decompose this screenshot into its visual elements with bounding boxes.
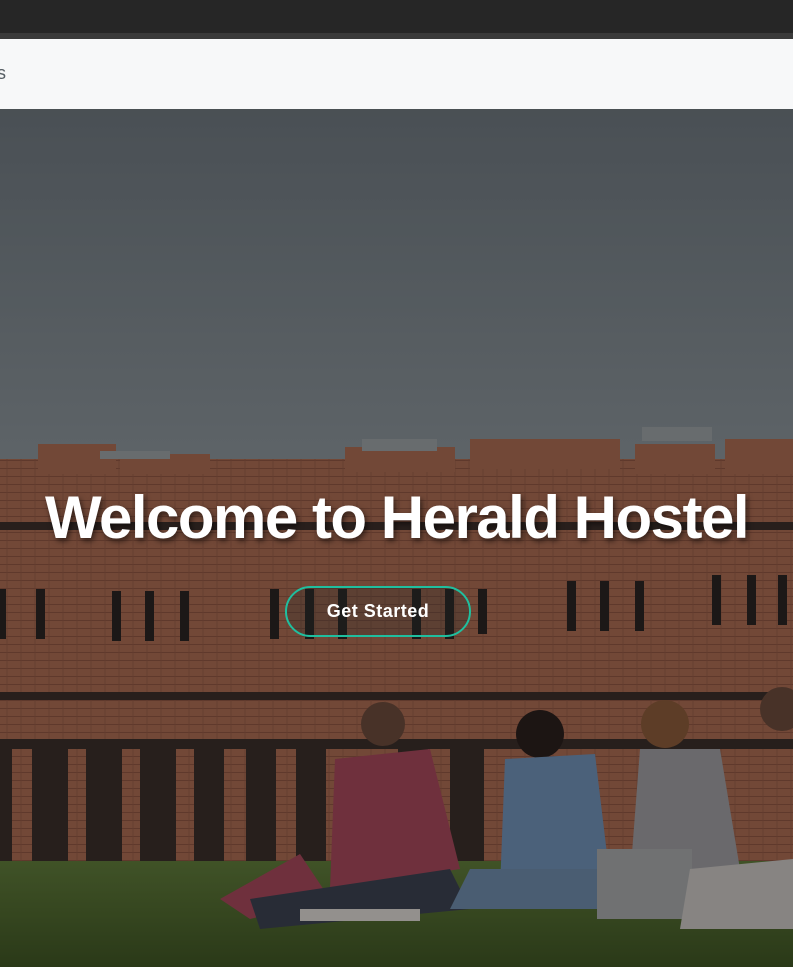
nav-link-partial[interactable]: s (0, 63, 6, 84)
site-navbar: s (0, 39, 793, 109)
browser-top-bar (0, 0, 793, 33)
hero-section: Welcome to Herald Hostel Get Started (0, 109, 793, 967)
get-started-button[interactable]: Get Started (285, 586, 471, 637)
hero-title: Welcome to Herald Hostel (44, 484, 750, 551)
